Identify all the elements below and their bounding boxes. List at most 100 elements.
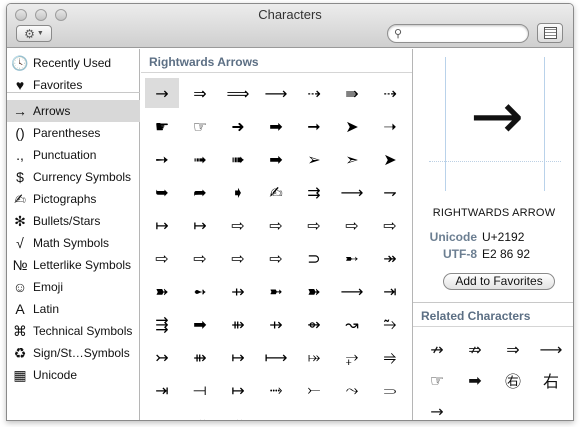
related-character-cell[interactable]: ↛ [419, 334, 455, 364]
character-cell[interactable]: ⟹ [221, 78, 255, 108]
character-cell[interactable]: ↝ [335, 309, 369, 339]
character-cell[interactable]: ⇨ [145, 243, 179, 273]
character-cell[interactable]: ⥤ [373, 342, 407, 372]
character-cell[interactable]: ⊃ [297, 243, 331, 273]
character-cell[interactable]: ➥ [145, 177, 179, 207]
related-character-cell[interactable]: ⇏ [457, 334, 493, 364]
character-cell[interactable]: ⤳ [335, 375, 369, 405]
character-cell[interactable]: ➤ [373, 144, 407, 174]
character-cell[interactable]: ➧ [221, 177, 255, 207]
sidebar-item[interactable]: 🕓 Recently Used [7, 52, 140, 74]
character-cell[interactable]: ⇨ [221, 210, 255, 240]
character-cell[interactable]: ↦ [221, 342, 255, 372]
character-cell[interactable]: ⇒ [183, 78, 217, 108]
character-cell[interactable]: ⇸ [221, 276, 255, 306]
sidebar-item[interactable]: № Letterlike Symbols [7, 254, 140, 276]
character-cell[interactable]: ⤚ [297, 375, 331, 405]
character-cell[interactable]: ⥰ [373, 375, 407, 405]
character-cell[interactable]: ➙ [145, 144, 179, 174]
add-to-favorites-button[interactable]: Add to Favorites [443, 273, 555, 290]
character-cell[interactable]: ⇨ [297, 210, 331, 240]
character-cell[interactable]: ➼ [259, 276, 293, 306]
character-cell[interactable]: ⇥ [145, 375, 179, 405]
character-cell[interactable]: ➠ [221, 144, 255, 174]
character-cell[interactable]: ↦ [145, 210, 179, 240]
character-cell[interactable]: ➦ [183, 177, 217, 207]
character-cell[interactable]: ➡ [183, 309, 217, 339]
character-view-button[interactable] [537, 23, 563, 43]
related-character-cell[interactable]: ⟶ [533, 334, 569, 364]
character-cell[interactable]: ⤑ [259, 375, 293, 405]
related-character-cell[interactable]: ⇒ [495, 334, 531, 364]
search-input[interactable] [406, 26, 524, 41]
character-cell[interactable]: ☞ [183, 111, 217, 141]
character-cell[interactable]: ⇨ [221, 243, 255, 273]
character-cell[interactable]: ➣ [335, 144, 369, 174]
sidebar-item[interactable]: () Parentheses [7, 122, 140, 144]
character-cell[interactable]: → [145, 78, 179, 108]
character-cell[interactable]: ⥲ [373, 309, 407, 339]
sidebar-item[interactable]: ., Punctuation [7, 144, 140, 166]
character-cell[interactable]: ⇶ [145, 309, 179, 339]
character-cell[interactable]: ⇻ [221, 309, 255, 339]
character-cell[interactable]: ⇛ [335, 78, 369, 108]
sidebar-item[interactable]: ▦ Unicode [7, 364, 140, 386]
character-cell[interactable]: ⇨ [335, 210, 369, 240]
character-cell[interactable]: ⟼ [259, 342, 293, 372]
character-cell[interactable]: ⤗ [373, 408, 407, 420]
character-cell[interactable]: ⟶ [259, 78, 293, 108]
character-cell[interactable]: ⇁ [373, 177, 407, 207]
character-cell[interactable]: ⟶ [335, 177, 369, 207]
sidebar-item[interactable]: ✍ Pictographs [7, 188, 140, 210]
character-cell[interactable]: ⤅ [297, 342, 331, 372]
character-cell[interactable]: ➤ [335, 111, 369, 141]
related-character-cell[interactable]: 右 [533, 365, 569, 395]
character-cell[interactable]: ➽ [145, 276, 179, 306]
sidebar-item[interactable]: ♻ Sign/St…Symbols [7, 342, 140, 364]
related-character-cell[interactable]: ☞ [419, 365, 455, 395]
character-cell[interactable]: ➞ [297, 111, 331, 141]
character-cell[interactable]: ↦ [183, 210, 217, 240]
sidebar-item[interactable]: $ Currency Symbols [7, 166, 140, 188]
sidebar-item[interactable]: √ Math Symbols [7, 232, 140, 254]
character-cell[interactable]: ⇢ [373, 78, 407, 108]
sidebar-item[interactable]: → Arrows [7, 100, 140, 122]
related-character-cell[interactable]: ㊨ [495, 365, 531, 395]
character-cell[interactable]: ➸ [335, 243, 369, 273]
character-cell[interactable]: ↠ [373, 243, 407, 273]
sidebar-item[interactable]: ☺ Emoji [7, 276, 140, 298]
character-cell[interactable]: ⥅ [335, 342, 369, 372]
character-cell[interactable]: ⤁ [183, 408, 217, 420]
sidebar-item[interactable]: ⌘ Technical Symbols [7, 320, 140, 342]
character-cell[interactable]: ⤖ [335, 408, 369, 420]
character-cell[interactable]: ⤏ [259, 408, 293, 420]
character-cell[interactable]: ⟞ [183, 375, 217, 405]
sidebar-item[interactable]: A Latin [7, 298, 140, 320]
character-cell[interactable]: ⇴ [297, 309, 331, 339]
related-character-cell[interactable]: → [419, 396, 455, 421]
character-cell[interactable]: ➝ [373, 111, 407, 141]
sidebar-item[interactable]: ✻ Bullets/Stars [7, 210, 140, 232]
character-cell[interactable]: ⇨ [183, 243, 217, 273]
character-cell[interactable]: ➢ [297, 144, 331, 174]
character-cell[interactable]: ➽ [297, 276, 331, 306]
character-cell[interactable]: ➡ [259, 111, 293, 141]
character-cell[interactable]: ➡ [259, 144, 293, 174]
character-cell[interactable]: ✍ [259, 177, 293, 207]
character-cell[interactable]: ☛ [145, 111, 179, 141]
character-cell[interactable]: ⟶ [335, 276, 369, 306]
character-cell[interactable]: ⇨ [259, 210, 293, 240]
character-cell[interactable]: ↣ [297, 408, 331, 421]
character-cell[interactable]: ↦ [221, 375, 255, 405]
character-cell[interactable]: ⇨ [373, 210, 407, 240]
character-cell[interactable]: ⤀ [221, 408, 255, 420]
character-cell[interactable]: ↣ [145, 342, 179, 372]
character-cell[interactable]: ⇉ [297, 177, 331, 207]
character-cell[interactable]: ⇥ [373, 276, 407, 306]
related-character-cell[interactable]: ➡ [457, 365, 493, 395]
character-cell[interactable]: ⇢ [297, 78, 331, 108]
character-cell[interactable]: ⇻ [183, 342, 217, 372]
character-cell[interactable]: ➜ [221, 111, 255, 141]
search-field[interactable]: ⚲ [387, 24, 529, 43]
character-cell[interactable]: ⇸ [259, 309, 293, 339]
